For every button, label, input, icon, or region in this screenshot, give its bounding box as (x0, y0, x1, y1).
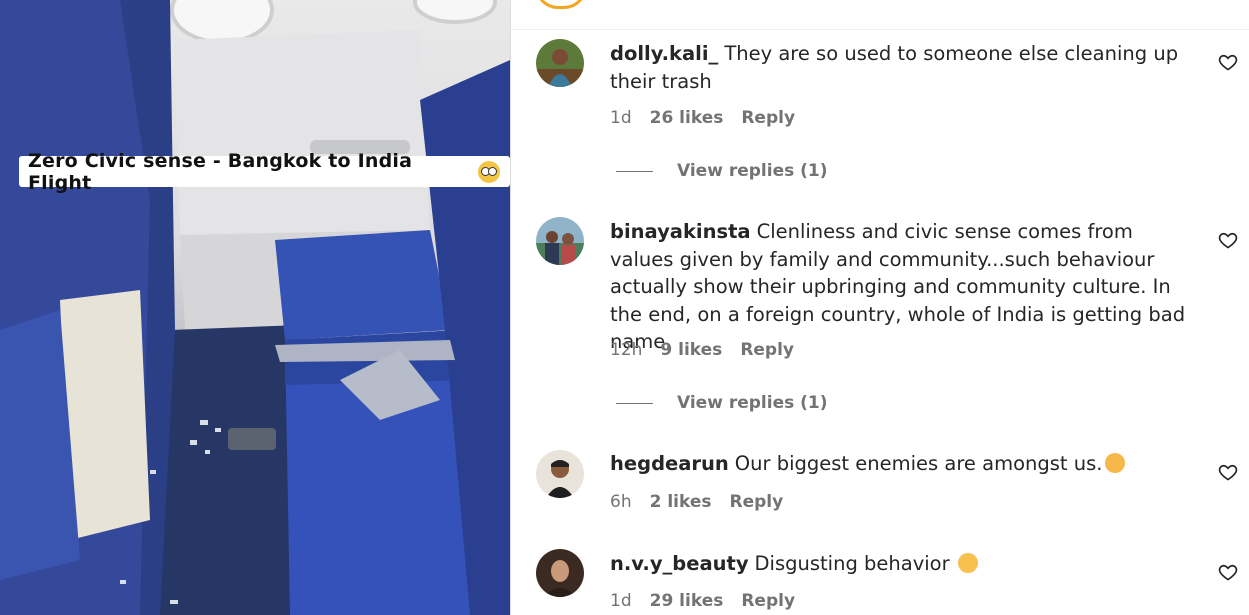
comment-item: n.v.y_beauty Disgusting behavior 1d 29 li… (511, 540, 1249, 615)
comment-meta: 12h 9 likes Reply (610, 340, 794, 360)
avatar[interactable] (536, 450, 584, 498)
comment-username[interactable]: n.v.y_beauty (610, 552, 749, 575)
comment-time[interactable]: 12h (610, 340, 642, 360)
comment-meta: 1d 29 likes Reply (610, 591, 795, 611)
relieved-face-emoji-icon (1105, 453, 1126, 473)
user-photo-icon (536, 450, 584, 498)
comment-likes[interactable]: 9 likes (660, 340, 722, 360)
comment-username[interactable]: binayakinsta (610, 220, 751, 243)
comment-likes[interactable]: 26 likes (650, 108, 724, 128)
user-photo-icon (536, 39, 584, 87)
heart-outline-icon[interactable] (1218, 462, 1238, 482)
comment-item: dolly.kali_ They are so used to someone e… (511, 0, 1249, 200)
comment-text: n.v.y_beauty Disgusting behavior (610, 550, 1200, 578)
comment-meta: 6h 2 likes Reply (610, 492, 783, 512)
comment-meta: 1d 26 likes Reply (610, 108, 795, 128)
comment-body: Our biggest enemies are amongst us. (734, 452, 1103, 475)
comment-body: Disgusting behavior (754, 552, 950, 575)
heart-outline-icon[interactable] (1218, 52, 1238, 72)
caption-text: Zero Civic sense - Bangkok to India Flig… (28, 149, 413, 194)
view-replies-button[interactable]: View replies (1) (616, 161, 828, 181)
flushed-face-emoji-icon (957, 553, 978, 573)
comment-time[interactable]: 6h (610, 492, 632, 512)
reply-line-divider (616, 170, 653, 172)
comment-text: hegdearun Our biggest enemies are amongst… (610, 450, 1200, 478)
comment-username[interactable]: dolly.kali_ (610, 42, 718, 65)
view-replies-button[interactable]: View replies (1) (616, 393, 828, 413)
reply-button[interactable]: Reply (741, 108, 795, 128)
heart-outline-icon[interactable] (1218, 230, 1238, 250)
comment-text: dolly.kali_ They are so used to someone e… (610, 40, 1200, 95)
comment-time[interactable]: 1d (610, 591, 632, 611)
avatar[interactable] (536, 549, 584, 597)
heart-outline-icon[interactable] (1218, 562, 1238, 582)
view-replies-label: View replies (1) (677, 393, 828, 413)
user-photo-icon (536, 217, 584, 265)
comment-text: binayakinsta Clenliness and civic sense c… (610, 218, 1200, 356)
reply-button[interactable]: Reply (730, 492, 784, 512)
comment-item: binayakinsta Clenliness and civic sense c… (511, 205, 1249, 425)
comment-username[interactable]: hegdearun (610, 452, 729, 475)
comment-likes[interactable]: 2 likes (650, 492, 712, 512)
user-photo-icon (536, 549, 584, 597)
reply-button[interactable]: Reply (741, 591, 795, 611)
view-replies-label: View replies (1) (677, 161, 828, 181)
rolling-eyes-emoji-icon (478, 160, 500, 183)
avatar[interactable] (536, 39, 584, 87)
reply-button[interactable]: Reply (740, 340, 794, 360)
airplane-cabin-illustration (0, 0, 510, 615)
video-caption: Zero Civic sense - Bangkok to India Flig… (19, 150, 510, 194)
comment-item: hegdearun Our biggest enemies are amongst… (511, 440, 1249, 530)
avatar[interactable] (536, 217, 584, 265)
comment-time[interactable]: 1d (610, 108, 632, 128)
comment-likes[interactable]: 29 likes (650, 591, 724, 611)
post-media[interactable]: Zero Civic sense - Bangkok to India Flig… (0, 0, 510, 615)
reply-line-divider (616, 402, 653, 404)
